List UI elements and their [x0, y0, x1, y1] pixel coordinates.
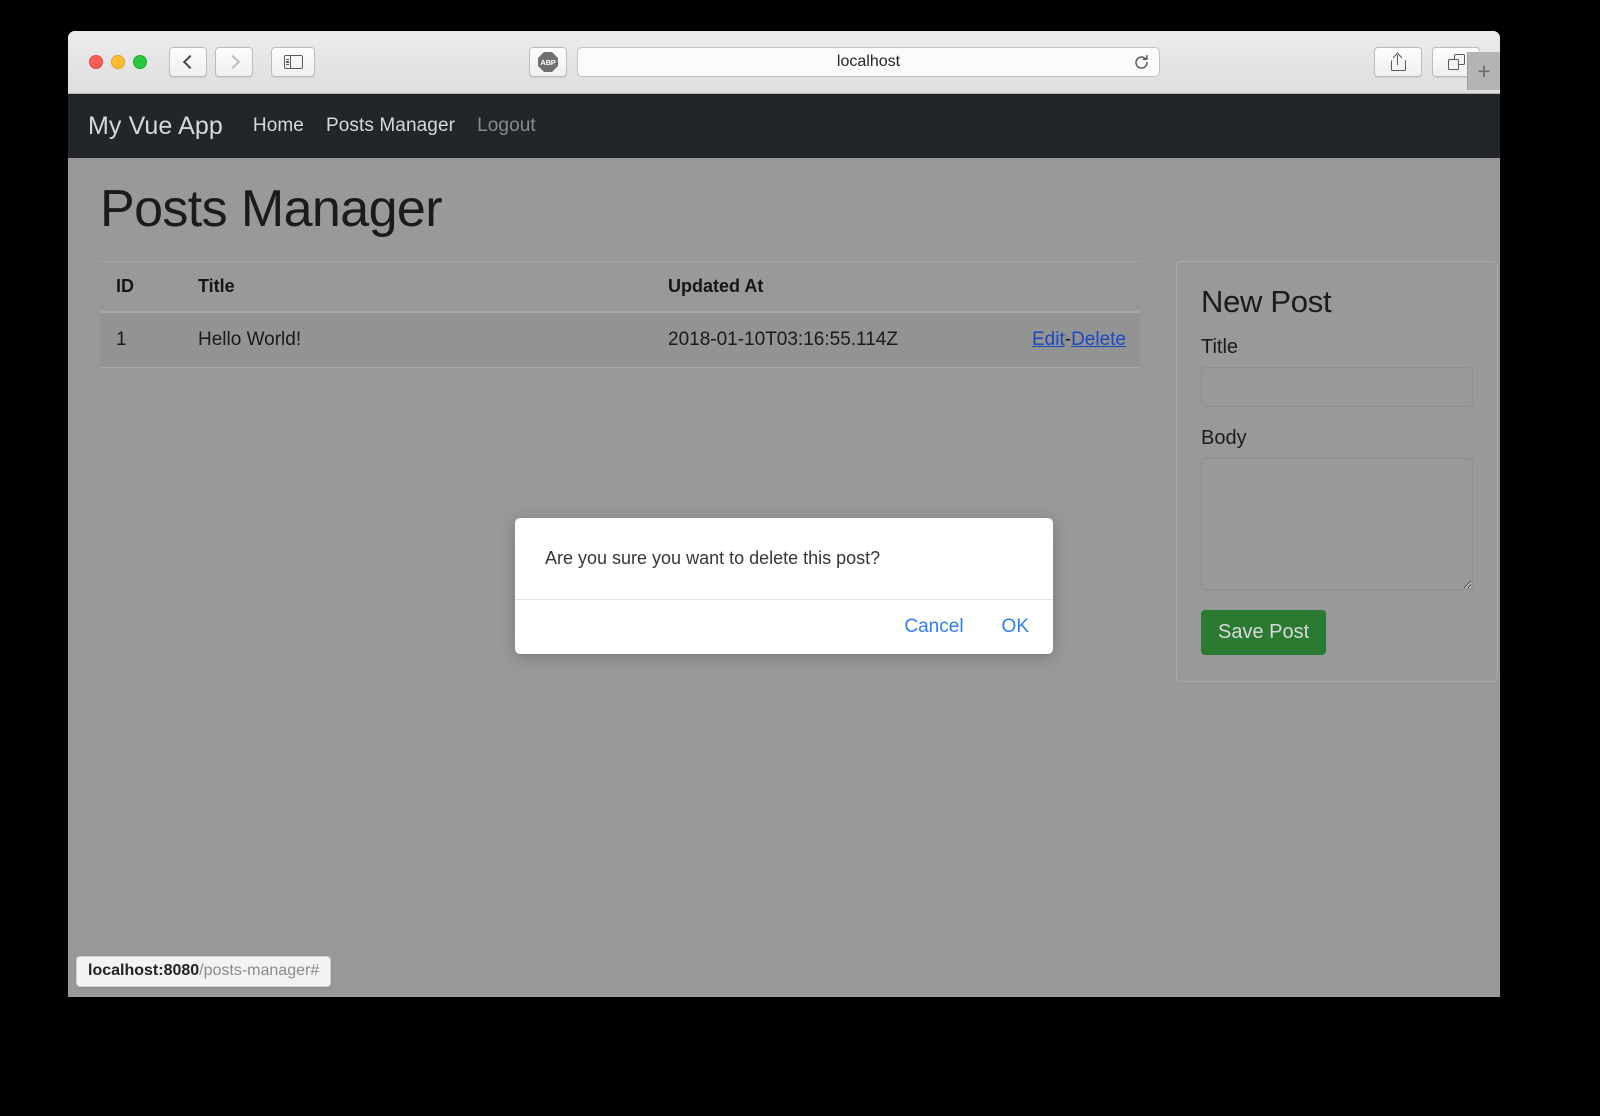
posts-table: ID Title Updated At 1 Hello World! 2018-… [100, 261, 1140, 368]
title-input[interactable] [1201, 367, 1473, 407]
status-bar: localhost:8080/posts-manager# [76, 956, 331, 987]
save-post-button[interactable]: Save Post [1201, 610, 1326, 655]
maximize-window-button[interactable] [133, 55, 147, 69]
new-post-heading: New Post [1201, 284, 1473, 320]
chevron-left-icon [182, 55, 196, 69]
window-controls [89, 55, 147, 69]
app-brand[interactable]: My Vue App [88, 112, 223, 141]
status-bar-path: /posts-manager# [199, 962, 319, 979]
navigation-buttons [169, 47, 253, 77]
minimize-window-button[interactable] [111, 55, 125, 69]
column-header-id: ID [100, 262, 198, 313]
dialog-ok-button[interactable]: OK [1000, 614, 1031, 640]
chevron-right-icon [225, 55, 239, 69]
new-post-card: New Post Title Body Save Post [1176, 261, 1498, 682]
table-header-row: ID Title Updated At [100, 262, 1140, 313]
delete-post-link[interactable]: Delete [1071, 329, 1126, 350]
toolbar-right-buttons [1374, 47, 1480, 77]
cell-updated-at: 2018-01-10T03:16:55.114Z [668, 312, 998, 368]
app-navbar: My Vue App Home Posts Manager Logout [68, 94, 1500, 158]
new-tab-icon: + [1477, 60, 1490, 83]
dialog-message: Are you sure you want to delete this pos… [515, 518, 1053, 599]
dialog-actions: Cancel OK [515, 599, 1053, 654]
address-bar-text: localhost [837, 53, 900, 71]
status-bar-host: localhost:8080 [88, 962, 199, 979]
reload-button[interactable] [1132, 53, 1150, 71]
nav-link-logout[interactable]: Logout [477, 115, 536, 137]
cell-id: 1 [100, 312, 198, 368]
cell-title: Hello World! [198, 312, 668, 368]
address-bar[interactable]: localhost [577, 47, 1160, 77]
back-button[interactable] [169, 47, 207, 77]
browser-window: ABP localhost [68, 31, 1500, 997]
page-title: Posts Manager [100, 182, 1468, 237]
body-field-label: Body [1201, 427, 1473, 450]
column-header-actions [998, 262, 1140, 313]
adblock-extension-button[interactable]: ABP [529, 47, 567, 77]
forward-button[interactable] [215, 47, 253, 77]
sidebar-icon [284, 55, 303, 69]
dialog-cancel-button[interactable]: Cancel [902, 614, 965, 640]
new-post-column: New Post Title Body Save Post [1176, 261, 1498, 682]
posts-table-column: ID Title Updated At 1 Hello World! 2018-… [100, 261, 1140, 368]
nav-link-posts-manager[interactable]: Posts Manager [326, 115, 455, 137]
cell-actions: Edit-Delete [998, 312, 1140, 368]
new-tab-strip[interactable]: + [1467, 52, 1500, 90]
reload-icon [1133, 54, 1150, 71]
title-field-label: Title [1201, 336, 1473, 359]
browser-toolbar: ABP localhost [68, 31, 1500, 94]
sidebar-toggle-button[interactable] [271, 47, 315, 77]
share-button[interactable] [1374, 47, 1422, 77]
table-row[interactable]: 1 Hello World! 2018-01-10T03:16:55.114Z … [100, 312, 1140, 368]
tabs-overview-icon [1448, 54, 1465, 70]
page-viewport: My Vue App Home Posts Manager Logout Pos… [68, 94, 1500, 996]
posts-table-body: 1 Hello World! 2018-01-10T03:16:55.114Z … [100, 312, 1140, 368]
body-textarea[interactable] [1201, 458, 1473, 590]
nav-link-home[interactable]: Home [253, 115, 304, 137]
column-header-title: Title [198, 262, 668, 313]
share-icon [1391, 54, 1406, 71]
posts-table-head: ID Title Updated At [100, 262, 1140, 313]
delete-confirmation-dialog: Are you sure you want to delete this pos… [515, 518, 1053, 654]
adblock-icon: ABP [538, 52, 558, 72]
column-header-updated-at: Updated At [668, 262, 998, 313]
edit-post-link[interactable]: Edit [1032, 329, 1065, 350]
close-window-button[interactable] [89, 55, 103, 69]
